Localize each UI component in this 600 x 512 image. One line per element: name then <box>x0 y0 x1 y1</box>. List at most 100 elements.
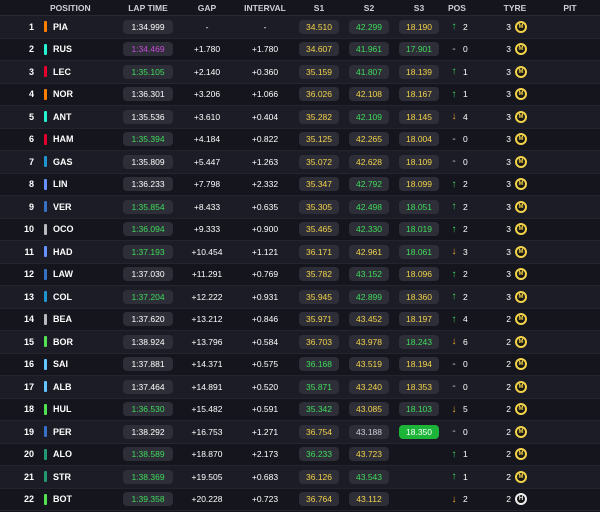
driver-code[interactable]: PER <box>53 427 72 437</box>
medium-tyre-icon: M <box>515 133 527 146</box>
sector-s1-time: 36.171 <box>299 244 339 259</box>
s3-cell: 18.019 <box>394 222 444 237</box>
driver-code[interactable]: HAD <box>53 247 73 257</box>
s2-cell: 43.543 <box>344 469 394 484</box>
interval-value: +0.520 <box>251 381 279 392</box>
driver-code[interactable]: BOT <box>53 494 72 504</box>
sector-s1-time: 35.159 <box>299 64 339 79</box>
table-row[interactable]: 12 LAW 1:37.030 +11.291 +0.769 35.782 43.152 18… <box>0 263 600 286</box>
table-row[interactable]: 19 PER 1:38.292 +16.753 +1.271 36.754 43.188 18… <box>0 421 600 444</box>
sector-s1-time: 35.347 <box>299 177 339 192</box>
interval-value: +0.683 <box>251 471 279 482</box>
table-row[interactable]: 1 PIA 1:34.999- -34.510 42.299 18.190 ↑ 2 3 M <box>0 16 600 39</box>
driver-code[interactable]: ALO <box>53 449 72 459</box>
table-row[interactable]: 17 ALB 1:37.464 +14.891 +0.520 35.871 43.240 18… <box>0 376 600 399</box>
header-s3[interactable]: S3 <box>394 3 444 13</box>
driver-code[interactable]: ANT <box>53 112 72 122</box>
table-row[interactable]: 8 LIN 1:36.233 +7.798 +2.332 35.347 42.792 18.0… <box>0 173 600 196</box>
table-row[interactable]: 18 HUL 1:36.530 +15.482 +0.591 35.342 43.085 18… <box>0 398 600 421</box>
s3-cell: 18.004 <box>394 132 444 147</box>
lap-time: 1:34.469 <box>123 42 173 57</box>
s2-cell: 42.498 <box>344 199 394 214</box>
header-position[interactable]: POSITION <box>0 3 118 13</box>
table-row[interactable]: 7 GAS 1:35.809 +5.447 +1.263 35.072 42.628 18.1… <box>0 151 600 174</box>
position-change-value: 1 <box>463 66 468 77</box>
tyre-cell: 3M <box>490 200 540 213</box>
table-row[interactable]: 3 LEC 1:35.105 +2.140 +0.360 35.159 41.807 18.1… <box>0 61 600 84</box>
driver-code[interactable]: BOR <box>53 337 73 347</box>
driver-code[interactable]: COL <box>53 292 72 302</box>
lap-time-cell: 1:36.301 <box>118 87 178 102</box>
gap-value: +20.228 <box>191 494 223 505</box>
table-row[interactable]: 10 OCO 1:36.094 +9.333 +0.900 35.465 42.330 18.… <box>0 218 600 241</box>
header-pit[interactable]: PIT <box>540 3 600 13</box>
sector-s3-time: 18.099 <box>399 177 439 192</box>
lap-time: 1:36.301 <box>123 87 173 102</box>
s2-cell: 42.899 <box>344 289 394 304</box>
s3-cell: 18.145 <box>394 109 444 124</box>
interval-value: +0.900 <box>251 224 279 235</box>
driver-code[interactable]: SAI <box>53 359 68 369</box>
lap-time-cell: 1:36.233 <box>118 177 178 192</box>
table-row[interactable]: 9 VER 1:35.854 +8.433 +0.635 35.305 42.498 18.0… <box>0 196 600 219</box>
s3-cell: 18.061 <box>394 244 444 259</box>
s1-cell: 36.168 <box>294 357 344 372</box>
driver-code[interactable]: HUL <box>53 404 72 414</box>
driver-code[interactable]: RUS <box>53 44 72 54</box>
driver-code[interactable]: VER <box>53 202 72 212</box>
table-row[interactable]: 6 HAM 1:35.394 +4.184 +0.822 35.125 42.265 18.0… <box>0 128 600 151</box>
header-pos-change[interactable]: POS <box>444 3 490 13</box>
driver-code[interactable]: LIN <box>53 179 68 189</box>
lap-time-cell: 1:36.530 <box>118 402 178 417</box>
position-number: 22 <box>23 494 34 505</box>
header-s2[interactable]: S2 <box>344 3 394 13</box>
sector-s2-time: 43.723 <box>349 447 389 462</box>
interval-value: +0.846 <box>251 314 279 325</box>
driver-code[interactable]: LAW <box>53 269 73 279</box>
header-lap-time[interactable]: LAP TIME <box>118 3 178 13</box>
table-row[interactable]: 2 RUS 1:34.469 +1.780 +1.780 34.607 41.961 17.9… <box>0 38 600 61</box>
table-row[interactable]: 21 STR 1:38.369 +19.505 +0.683 36.126 43.543 ↑ 1… <box>0 466 600 489</box>
header-interval[interactable]: INTERVAL <box>236 3 294 13</box>
driver-code[interactable]: GAS <box>53 157 73 167</box>
sector-s2-time: 42.628 <box>349 154 389 169</box>
table-row[interactable]: 4 NOR 1:36.301 +3.206 +1.066 36.026 42.108 18.1… <box>0 83 600 106</box>
table-row[interactable]: 14 BEA 1:37.620 +13.212 +0.846 35.971 43.452 18… <box>0 308 600 331</box>
table-row[interactable]: 5 ANT 1:35.536 +3.610 +0.404 35.282 42.109 18.1… <box>0 106 600 129</box>
driver-code[interactable]: ALB <box>53 382 72 392</box>
s2-cell: 43.723 <box>344 447 394 462</box>
driver-code[interactable]: NOR <box>53 89 73 99</box>
driver-code[interactable]: HAM <box>53 134 74 144</box>
sector-s3-time: 18.103 <box>399 402 439 417</box>
table-row[interactable]: 11 HAD 1:37.193 +10.454 +1.121 36.171 42.961 18… <box>0 241 600 264</box>
position-change-cell: ↓ 3 <box>444 246 490 257</box>
position-number: 11 <box>24 246 34 257</box>
sector-s3-time: 18.061 <box>399 244 439 259</box>
table-row[interactable]: 22 BOT 1:39.358 +20.228 +0.723 36.764 43.112 ↓ 2… <box>0 488 600 511</box>
tyre-cell: 2M <box>490 403 540 416</box>
s1-cell: 35.465 <box>294 222 344 237</box>
table-row[interactable]: 13 COL 1:37.204 +12.222 +0.931 35.945 42.899 18… <box>0 286 600 309</box>
table-row[interactable]: 15 BOR 1:38.924 +13.796 +0.584 36.703 43.978 18… <box>0 331 600 354</box>
driver-code[interactable]: BEA <box>53 314 72 324</box>
s2-cell: 42.628 <box>344 154 394 169</box>
driver-code[interactable]: PIA <box>53 22 68 32</box>
table-row[interactable]: 20 ALO 1:38.589 +18.870 +2.173 36.233 43.723 ↑ 1… <box>0 443 600 466</box>
s2-cell: 42.299 <box>344 19 394 34</box>
position-change-cell: -0 <box>444 44 490 55</box>
header-s1[interactable]: S1 <box>294 3 344 13</box>
medium-tyre-icon: M <box>515 335 527 348</box>
driver-code[interactable]: STR <box>53 472 71 482</box>
lap-time-cell: 1:37.204 <box>118 289 178 304</box>
driver-code[interactable]: OCO <box>53 224 74 234</box>
sector-s1-time: 36.026 <box>299 87 339 102</box>
gap-value: +4.184 <box>193 134 221 145</box>
header-tyre[interactable]: TYRE <box>490 3 540 13</box>
header-gap[interactable]: GAP <box>178 3 236 13</box>
s3-cell: 17.901 <box>394 42 444 57</box>
tyre-cell: 2M <box>490 425 540 438</box>
medium-tyre-icon: M <box>515 290 527 303</box>
tyre-age: 3 <box>506 179 511 190</box>
table-row[interactable]: 16 SAI 1:37.881 +14.371 +0.575 36.168 43.519 18… <box>0 353 600 376</box>
driver-code[interactable]: LEC <box>53 67 71 77</box>
